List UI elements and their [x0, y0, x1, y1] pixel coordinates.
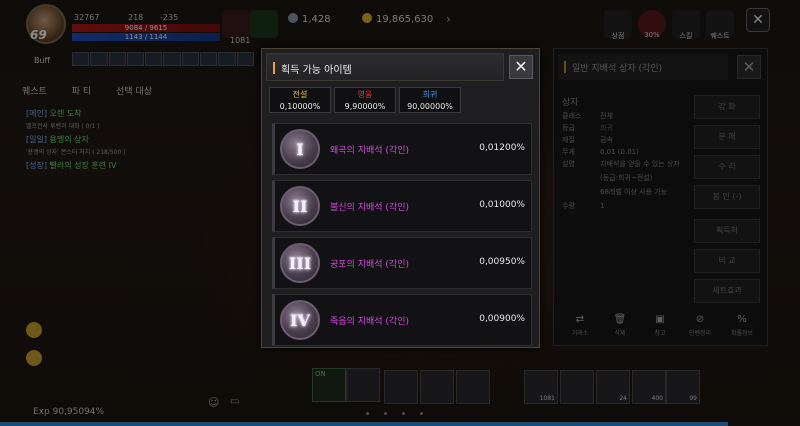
list-item[interactable]: IV 죽음의 지배석 (각인) 0,00900%: [272, 294, 532, 346]
rune-stone-icon: I: [280, 129, 320, 169]
item-name: 불신의 지배석 (각인): [330, 203, 409, 213]
rune-numeral: I: [296, 139, 304, 159]
rune-stone-icon: IV: [280, 300, 320, 340]
list-item[interactable]: II 불신의 지배석 (각인) 0,01000%: [272, 180, 532, 232]
rune-stone-icon: III: [280, 243, 320, 283]
item-probability: 0,01200%: [479, 143, 525, 153]
rune-stone-icon: II: [280, 186, 320, 226]
grade-heroic: 영웅 9,90000%: [334, 87, 396, 113]
rune-numeral: III: [288, 253, 312, 273]
modal-title: 획득 가능 아이템: [281, 65, 352, 76]
item-probability: 0,01000%: [479, 200, 525, 210]
title-accent: [273, 62, 275, 74]
grade-rates: 전설 0,10000% 영웅 9,90000% 희귀 90,00000%: [269, 87, 461, 113]
modal-title-bar: 획득 가능 아이템: [266, 53, 504, 81]
close-icon[interactable]: ✕: [509, 55, 533, 79]
item-probability: 0,00950%: [479, 257, 525, 267]
item-probability: 0,00900%: [479, 314, 525, 324]
obtainable-items-modal: 획득 가능 아이템 ✕ 전설 0,10000% 영웅 9,90000% 희귀 9…: [261, 48, 540, 348]
item-name: 죽음의 지배석 (각인): [330, 317, 409, 327]
list-item[interactable]: III 공포의 지배석 (각인) 0,00950%: [272, 237, 532, 289]
rune-numeral: II: [292, 196, 308, 216]
grade-value: 9,90000%: [344, 102, 386, 111]
grade-name: 영웅: [357, 90, 373, 99]
item-list: I 왜곡의 지배석 (각인) 0,01200% II 불신의 지배석 (각인) …: [272, 123, 532, 351]
grade-legendary: 전설 0,10000%: [269, 87, 331, 113]
item-name: 왜곡의 지배석 (각인): [330, 146, 409, 156]
grade-rare: 희귀 90,00000%: [399, 87, 461, 113]
grade-name: 희귀: [422, 90, 438, 99]
rune-numeral: IV: [290, 310, 310, 330]
grade-value: 90,00000%: [407, 102, 453, 111]
list-item[interactable]: I 왜곡의 지배석 (각인) 0,01200%: [272, 123, 532, 175]
item-name: 공포의 지배석 (각인): [330, 260, 409, 270]
grade-name: 전설: [292, 90, 308, 99]
grade-value: 0,10000%: [279, 102, 321, 111]
